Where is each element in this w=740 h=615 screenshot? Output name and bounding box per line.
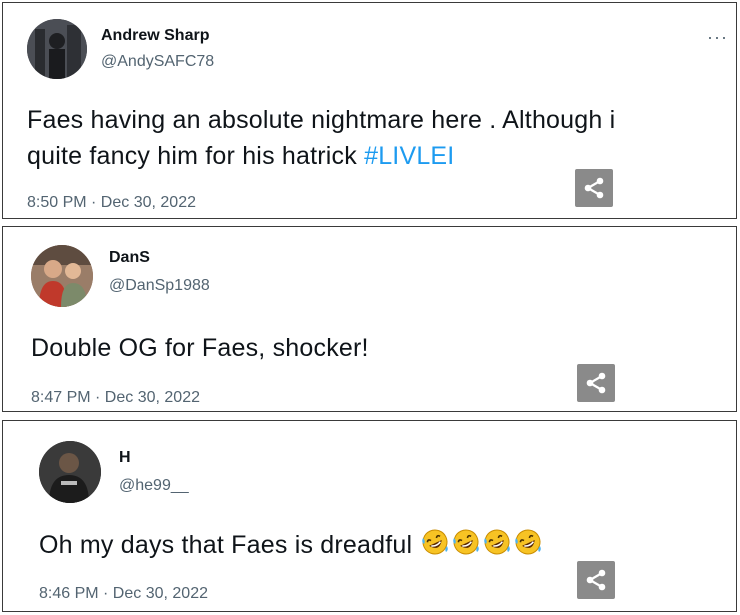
user-handle[interactable]: @AndySAFC78 — [101, 53, 214, 71]
tweet-text: Double OG for Faes, shocker! — [31, 334, 369, 362]
tweet-text-line-1: Faes having an absolute nightmare here .… — [27, 106, 616, 134]
share-icon — [586, 372, 606, 394]
tweet-card: Andrew Sharp @AndySAFC78 ··· Faes having… — [2, 2, 737, 219]
hashtag-link[interactable]: #LIVLEI — [364, 142, 454, 170]
tweet-timestamp[interactable]: 8:46 PM · Dec 30, 2022 — [39, 585, 208, 603]
share-button[interactable] — [577, 364, 615, 402]
avatar[interactable] — [31, 245, 93, 307]
tweet-card: H @he99__ Oh my days that Faes is dreadf… — [2, 420, 737, 612]
avatar[interactable] — [27, 19, 87, 79]
tweet-card: DanS @DanSp1988 Double OG for Faes, shoc… — [2, 226, 737, 412]
display-name[interactable]: H — [119, 449, 131, 467]
tweet-text-content: Oh my days that Faes is dreadful — [39, 531, 420, 559]
emoji-group — [419, 529, 543, 559]
share-icon — [586, 569, 606, 591]
avatar[interactable] — [39, 441, 101, 503]
tweet-text: Oh my days that Faes is dreadful — [39, 527, 543, 563]
tweet-text-line-2: quite fancy him for his hatrick — [27, 142, 365, 170]
display-name[interactable]: Andrew Sharp — [101, 27, 209, 45]
user-handle[interactable]: @he99__ — [119, 477, 189, 495]
rolling-on-floor-laughing-emoji-icon — [515, 529, 542, 555]
rolling-on-floor-laughing-emoji-icon — [453, 529, 480, 555]
rolling-on-floor-laughing-emoji-icon — [422, 529, 449, 555]
tweet-text: Faes having an absolute nightmare here .… — [27, 102, 727, 174]
share-icon — [584, 177, 604, 199]
more-options-icon[interactable]: ··· — [707, 27, 728, 48]
user-handle[interactable]: @DanSp1988 — [109, 277, 210, 295]
share-button[interactable] — [575, 169, 613, 207]
rolling-on-floor-laughing-emoji-icon — [484, 529, 511, 555]
share-button[interactable] — [577, 561, 615, 599]
tweet-timestamp[interactable]: 8:47 PM · Dec 30, 2022 — [31, 389, 200, 407]
tweet-timestamp[interactable]: 8:50 PM · Dec 30, 2022 — [27, 194, 196, 212]
display-name[interactable]: DanS — [109, 249, 150, 267]
